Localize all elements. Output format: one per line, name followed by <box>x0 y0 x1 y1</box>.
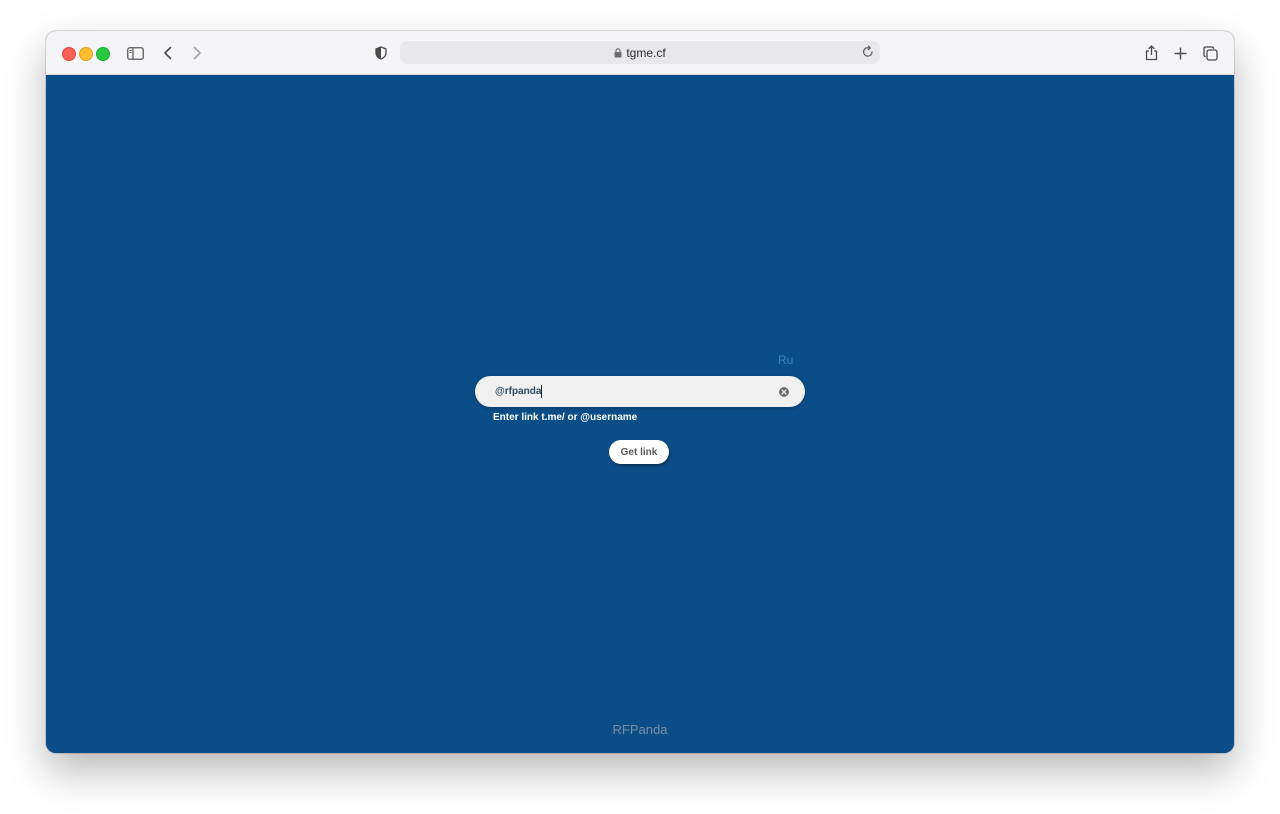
url-text: tgme.cf <box>626 45 666 60</box>
sidebar-toggle-icon[interactable] <box>124 42 146 64</box>
close-window-button[interactable] <box>62 47 76 61</box>
privacy-shield-icon[interactable] <box>370 42 392 64</box>
username-input[interactable] <box>495 376 765 407</box>
browser-window: tgme.cf Ru @rfpanda Enter link t.me/ or … <box>46 31 1234 753</box>
minimize-window-button[interactable] <box>79 47 93 61</box>
reload-icon[interactable] <box>862 45 874 63</box>
language-switch-link[interactable]: Ru <box>778 353 793 367</box>
address-bar[interactable]: tgme.cf <box>400 41 880 64</box>
username-input-container <box>475 376 805 407</box>
text-caret <box>541 385 542 398</box>
new-tab-icon[interactable] <box>1169 42 1191 64</box>
lock-icon <box>614 47 622 57</box>
browser-toolbar: tgme.cf <box>46 31 1234 75</box>
zoom-window-button[interactable] <box>96 47 110 61</box>
footer-brand: RFPanda <box>612 722 668 737</box>
input-hint: Enter link t.me/ or @username <box>493 412 638 423</box>
forward-icon[interactable] <box>186 42 208 64</box>
back-icon[interactable] <box>157 42 179 64</box>
get-link-button[interactable]: Get link <box>609 440 669 464</box>
share-icon[interactable] <box>1140 42 1162 64</box>
page-content: Ru Enter link t.me/ or @username Get lin… <box>46 75 1234 753</box>
tab-overview-icon[interactable] <box>1199 42 1221 64</box>
clear-input-icon[interactable] <box>779 387 789 397</box>
